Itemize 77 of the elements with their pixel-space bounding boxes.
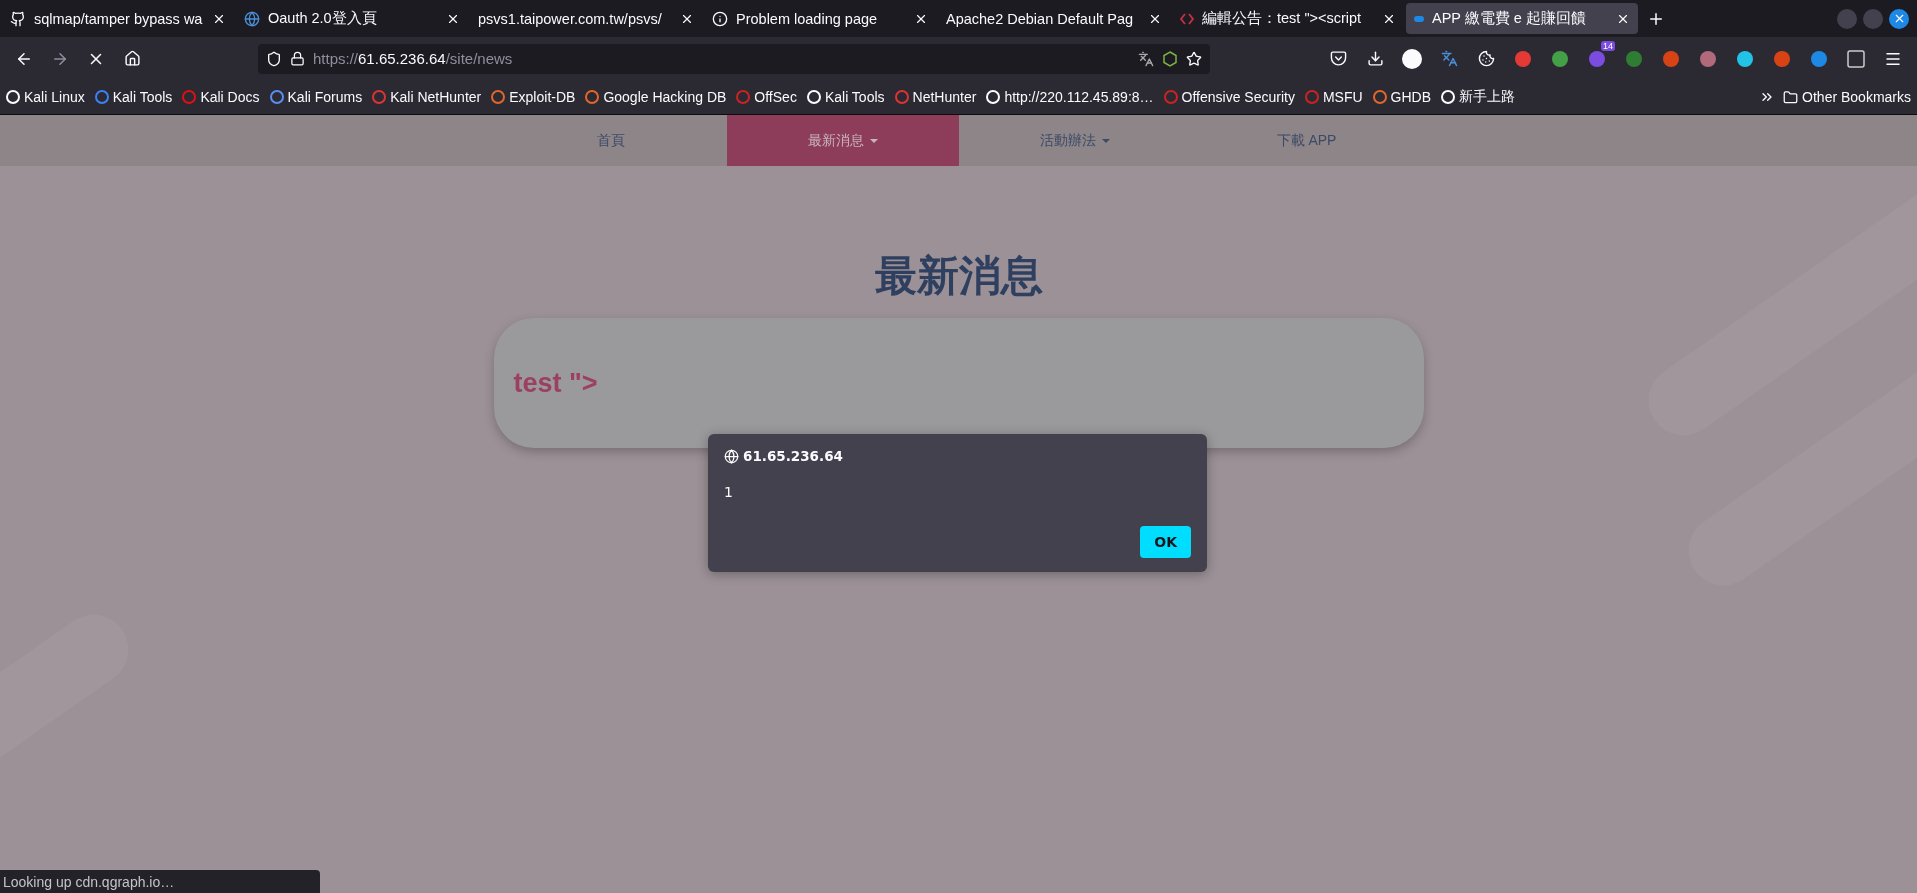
bookmark-link[interactable]: NetHunter [894,89,977,105]
bookmark-favicon-icon [806,90,821,104]
close-button[interactable] [1889,8,1909,29]
bookmark-link[interactable]: http://220.112.45.89:8… [986,89,1154,105]
bookmark-link[interactable]: Offensive Security [1163,89,1295,105]
star-icon [1186,50,1202,67]
bookmark-link[interactable]: MSFU [1304,89,1363,105]
translate-icon [1138,50,1154,67]
dialog-message: 1 [724,484,734,500]
browser-tab[interactable]: 編輯公告：test "><script [1172,3,1404,34]
shield-icon [266,50,282,67]
extension-icon [1736,49,1754,68]
globe-icon [724,448,739,464]
extension-icon [1847,49,1865,68]
bookmark-link[interactable]: GHDB [1372,89,1432,105]
extension-icon [1810,49,1828,68]
bookmark-favicon-icon [986,90,1001,104]
bookmark-favicon-icon [6,90,20,104]
page-heading: 最新消息 [874,251,1043,301]
dialog-origin: 61.65.236.64 [743,448,843,464]
download-icon [1366,50,1384,67]
status-text: Looking up cdn.qgraph.io… [0,870,320,893]
site-logo-icon [244,10,260,27]
home-icon [123,50,141,67]
nodejs-icon [1162,50,1178,67]
browser-tab[interactable]: Problem loading page [704,3,936,34]
extension-icon [1625,49,1643,68]
bookmark-link[interactable]: Kali Tools [94,89,173,105]
bookmark-favicon-icon [1304,90,1319,104]
bookmark-link[interactable]: Google Hacking DB [585,89,727,105]
bookmark-link[interactable]: Kali Forums [269,89,363,105]
bookmark-favicon-icon [1372,90,1387,104]
bookmark-link[interactable]: OffSec [736,89,797,105]
lock-icon [290,51,305,66]
bookmark-link[interactable]: Kali Docs [182,89,260,105]
browser-tab[interactable]: Oauth 2.0登入頁 [236,3,468,34]
bookmark-link[interactable]: Kali Linux [6,89,85,105]
extension-icon [1588,49,1606,68]
bookmark-favicon-icon [894,90,909,104]
translate-icon [1440,50,1458,67]
url-text: https://61.65.236.64/site/news [313,50,514,67]
bookmark-link[interactable]: Kali Tools [806,89,885,105]
code-icon [1180,11,1194,26]
bookmark-link[interactable]: 新手上路 [1441,88,1516,106]
news-title: test "> [513,367,598,399]
extension-icon [1699,49,1717,68]
info-icon [712,10,728,27]
site-logo-icon [1414,15,1424,22]
bookmark-favicon-icon [491,90,506,104]
bookmark-favicon-icon [372,90,387,104]
bookmark-favicon-icon [1163,90,1178,104]
github-icon [10,10,26,27]
nav-link[interactable]: 最新消息 [726,115,959,166]
bookmark-link[interactable]: Exploit-DB [491,89,576,105]
extension-icon [1551,49,1569,68]
browser-tab[interactable]: sqlmap/tamper bypass wa [2,3,234,34]
bookmark-favicon-icon [182,90,197,104]
browser-tab[interactable]: APP 繳電費 e 起賺回饋 [1406,3,1638,34]
address-bar[interactable]: https://61.65.236.64/site/news [258,43,1210,74]
count-badge: 14 [1601,40,1615,51]
extension-icon [1514,49,1532,68]
bookmark-link[interactable]: Kali NetHunter [372,89,482,105]
extension-icon [1773,49,1791,68]
ok-button[interactable]: OK [1140,526,1191,558]
bookmark-favicon-icon [1441,90,1456,104]
bookmark-favicon-icon [736,90,751,104]
pocket-icon [1329,50,1347,67]
browser-tab[interactable]: psvs1.taipower.com.tw/psvs/ [470,3,702,34]
extension-icon [1662,49,1680,68]
other-bookmarks-link[interactable]: Other Bookmarks [1783,89,1911,105]
browser-tab[interactable]: Apache2 Debian Default Pag [938,3,1170,34]
cookie-icon [1477,50,1495,67]
folder-icon [1783,89,1799,105]
extension-icon [1402,48,1422,69]
bookmark-favicon-icon [94,90,109,104]
bookmark-favicon-icon [585,90,600,104]
bookmark-favicon-icon [269,90,284,104]
